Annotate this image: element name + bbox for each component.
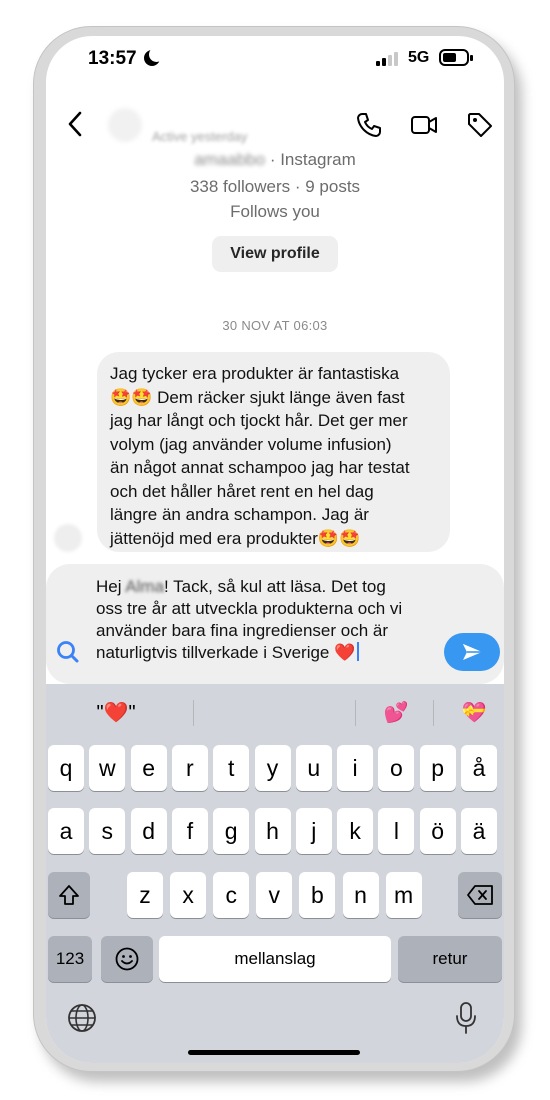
microphone-icon[interactable] bbox=[452, 1000, 480, 1036]
key-ö[interactable]: ö bbox=[419, 808, 456, 854]
key-j[interactable]: j bbox=[295, 808, 332, 854]
key-m[interactable]: m bbox=[385, 872, 422, 918]
key-u[interactable]: u bbox=[295, 745, 332, 791]
suggestion-divider bbox=[433, 700, 434, 726]
key-t[interactable]: t bbox=[213, 745, 250, 791]
key-k[interactable]: k bbox=[337, 808, 374, 854]
emoji-icon bbox=[115, 947, 139, 971]
contact-avatar[interactable] bbox=[108, 108, 142, 142]
draft-line: naturligtvis tillverkade i Sverige ❤️ bbox=[96, 642, 436, 664]
phone-screen: 13:57 5G Active yesterday amaabbo · Inst… bbox=[46, 36, 504, 1063]
message-composer[interactable]: Hej Alma! Tack, så kul att läsa. Det tog… bbox=[46, 564, 504, 684]
phone-call-icon[interactable] bbox=[354, 110, 384, 140]
key-a[interactable]: a bbox=[48, 808, 84, 854]
star-struck-emoji: 🤩🤩 bbox=[110, 387, 153, 407]
key-i[interactable]: i bbox=[337, 745, 374, 791]
message-line: 🤩🤩 Dem räcker sjukt länge även fast bbox=[110, 387, 405, 407]
key-p[interactable]: p bbox=[419, 745, 456, 791]
key-z[interactable]: z bbox=[127, 872, 163, 918]
suggestion-divider bbox=[193, 700, 194, 726]
globe-icon[interactable] bbox=[66, 1002, 98, 1034]
emoji-key[interactable] bbox=[101, 936, 153, 982]
red-heart-emoji: ❤️ bbox=[334, 643, 356, 662]
recipient-name: Alma bbox=[125, 577, 165, 596]
key-n[interactable]: n bbox=[342, 872, 379, 918]
message-line: volym (jag använder volume infusion) bbox=[110, 434, 392, 454]
message-timestamp: 30 NOV AT 06:03 bbox=[222, 318, 328, 333]
profile-platform: · Instagram bbox=[269, 150, 356, 169]
draft-line: oss tre år att utveckla produkterna och … bbox=[96, 599, 403, 618]
key-o[interactable]: o bbox=[378, 745, 415, 791]
view-profile-button[interactable]: View profile bbox=[212, 236, 338, 272]
key-v[interactable]: v bbox=[256, 872, 293, 918]
key-e[interactable]: e bbox=[130, 745, 167, 791]
message-line: jag har långt och tjockt hår. Det ger me… bbox=[110, 411, 408, 430]
key-h[interactable]: h bbox=[254, 808, 291, 854]
suggestion-divider bbox=[355, 700, 356, 726]
message-line: längre än andra schampon. Jag är bbox=[110, 505, 369, 524]
star-struck-emoji: 🤩🤩 bbox=[317, 528, 361, 548]
key-y[interactable]: y bbox=[254, 745, 291, 791]
status-time: 13:57 bbox=[88, 48, 137, 69]
key-ä[interactable]: ä bbox=[461, 808, 497, 854]
key-x[interactable]: x bbox=[170, 872, 207, 918]
active-status: Active yesterday bbox=[152, 129, 248, 144]
send-button[interactable] bbox=[444, 633, 500, 671]
suggestion-heart-ribbon[interactable]: 💝 bbox=[458, 700, 490, 725]
backspace-key[interactable] bbox=[458, 872, 502, 918]
home-indicator bbox=[188, 1050, 360, 1055]
draft-line: använder bara fina ingredienser och är bbox=[96, 621, 389, 640]
profile-username-line: amaabbo · Instagram bbox=[46, 150, 504, 170]
moon-icon bbox=[144, 47, 164, 66]
sender-avatar[interactable] bbox=[54, 524, 82, 552]
battery-icon bbox=[439, 49, 473, 66]
draft-line: Hej Alma! Tack, så kul att läsa. Det tog bbox=[96, 577, 386, 596]
message-line: än något annat schampoo jag har testat bbox=[110, 458, 410, 477]
suggestion-heart-quoted[interactable]: "❤️" bbox=[90, 700, 142, 725]
key-q[interactable]: q bbox=[48, 745, 84, 791]
shift-icon bbox=[59, 885, 79, 905]
message-line: jättenöjd med era produkter🤩🤩 bbox=[110, 528, 361, 548]
keyboard: "❤️" 💕 💝 qwertyuiopå asdfghjklöä zxcvbnm… bbox=[46, 684, 504, 1063]
message-line: och det håller håret rent en hel dag bbox=[110, 481, 374, 501]
send-icon bbox=[463, 644, 482, 660]
message-line: Jag tycker era produkter är fantastiska bbox=[110, 364, 400, 383]
back-chevron-icon[interactable] bbox=[64, 110, 88, 138]
text-caret bbox=[357, 642, 360, 661]
key-c[interactable]: c bbox=[213, 872, 250, 918]
key-b[interactable]: b bbox=[299, 872, 336, 918]
key-w[interactable]: w bbox=[89, 745, 126, 791]
profile-username: amaabbo bbox=[194, 150, 266, 169]
suggestion-two-hearts[interactable]: 💕 bbox=[380, 700, 412, 725]
suggestion-bar: "❤️" 💕 💝 bbox=[46, 684, 504, 740]
key-r[interactable]: r bbox=[171, 745, 208, 791]
key-g[interactable]: g bbox=[213, 808, 250, 854]
network-label: 5G bbox=[408, 49, 430, 66]
key-å[interactable]: å bbox=[461, 745, 497, 791]
key-d[interactable]: d bbox=[130, 808, 167, 854]
follows-you-label: Follows you bbox=[230, 202, 320, 221]
signal-icon bbox=[376, 50, 398, 66]
incoming-message-bubble[interactable]: Jag tycker era produkter är fantastiska … bbox=[97, 352, 450, 552]
return-key[interactable]: retur bbox=[398, 936, 502, 982]
key-l[interactable]: l bbox=[378, 808, 415, 854]
tag-icon[interactable] bbox=[465, 110, 495, 140]
backspace-icon bbox=[467, 885, 493, 905]
space-key[interactable]: mellanslag bbox=[159, 936, 391, 982]
video-call-icon[interactable] bbox=[409, 110, 439, 140]
key-s[interactable]: s bbox=[89, 808, 126, 854]
numbers-key[interactable]: 123 bbox=[48, 936, 92, 982]
key-f[interactable]: f bbox=[171, 808, 208, 854]
search-icon[interactable] bbox=[54, 638, 82, 666]
profile-stats: 338 followers · 9 posts bbox=[189, 177, 361, 196]
shift-key[interactable] bbox=[48, 872, 90, 918]
message-input[interactable]: Hej Alma! Tack, så kul att läsa. Det tog… bbox=[96, 576, 436, 664]
